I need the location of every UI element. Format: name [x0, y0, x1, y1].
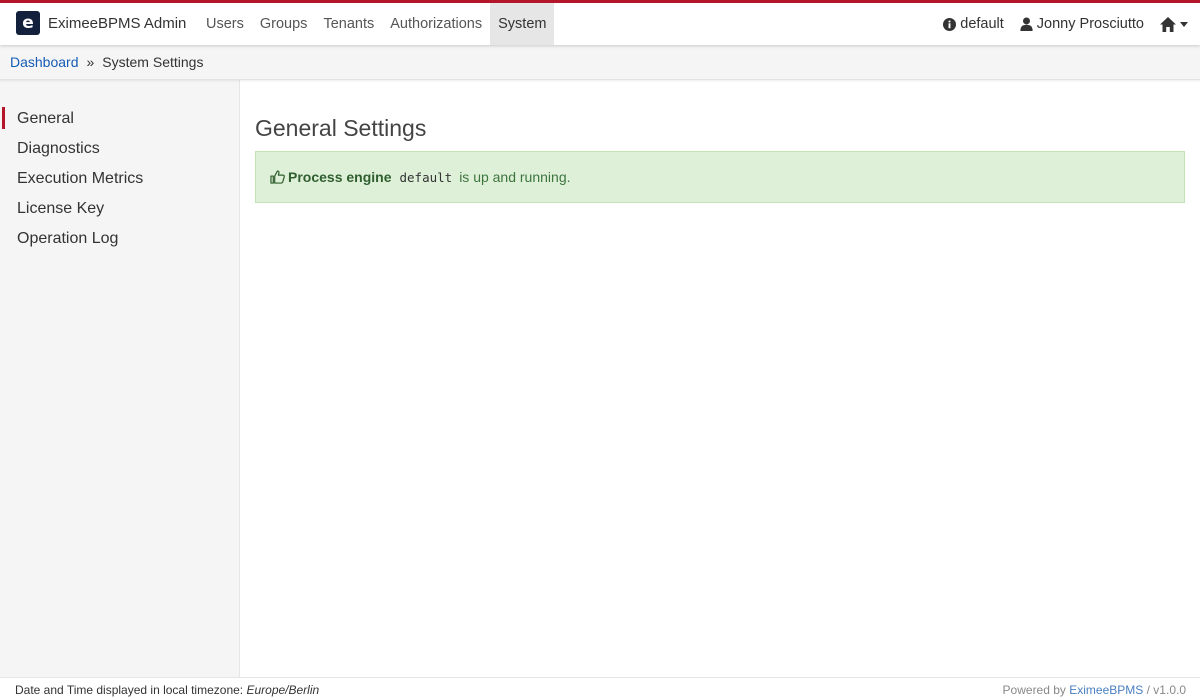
engine-name-code: default — [399, 169, 453, 185]
breadcrumb-dashboard-link[interactable]: Dashboard — [10, 54, 79, 70]
breadcrumb: Dashboard » System Settings — [0, 45, 1200, 80]
right-nav: default Jonny Prosciutto — [927, 3, 1192, 45]
breadcrumb-separator: » — [86, 54, 95, 70]
version-label: / v1.0.0 — [1146, 683, 1186, 697]
caret-down-icon — [1180, 21, 1188, 27]
user-icon — [1020, 17, 1033, 31]
main-nav: Users Groups Tenants Authorizations Syst… — [198, 3, 555, 45]
sidebar: General Diagnostics Execution Metrics Li… — [0, 80, 240, 677]
home-menu[interactable] — [1160, 16, 1192, 32]
sidebar-item-general[interactable]: General — [0, 104, 239, 134]
sidebar-item-diagnostics[interactable]: Diagnostics — [0, 134, 239, 164]
sidebar-item-operation-log[interactable]: Operation Log — [0, 224, 239, 254]
home-icon — [1160, 16, 1176, 32]
footer-timezone: Date and Time displayed in local timezon… — [15, 683, 319, 697]
timezone-value: Europe/Berlin — [246, 683, 320, 697]
nav-system[interactable]: System — [490, 3, 555, 45]
powered-link[interactable]: EximeeBPMS — [1069, 683, 1143, 697]
top-navbar: e EximeeBPMS Admin Users Groups Tenants … — [0, 0, 1200, 45]
brand-logo[interactable]: e — [16, 11, 40, 35]
thumbs-up-icon — [270, 170, 285, 184]
breadcrumb-current: System Settings — [102, 54, 204, 70]
user-label: Jonny Prosciutto — [1036, 16, 1144, 32]
brand[interactable]: e EximeeBPMS Admin — [16, 11, 186, 35]
timezone-prefix: Date and Time displayed in local timezon… — [15, 683, 244, 697]
alert-message: is up and running. — [459, 169, 571, 185]
main-content: General Settings Process engine default … — [255, 80, 1185, 203]
nav-authorizations[interactable]: Authorizations — [382, 3, 490, 45]
nav-tenants[interactable]: Tenants — [315, 3, 382, 45]
alert-strong-text: Process engine — [288, 169, 392, 185]
info-circle-icon — [943, 17, 957, 31]
nav-groups[interactable]: Groups — [252, 3, 316, 45]
nav-users[interactable]: Users — [198, 3, 252, 45]
sidebar-item-execution-metrics[interactable]: Execution Metrics — [0, 164, 239, 194]
footer: Date and Time displayed in local timezon… — [0, 677, 1200, 700]
footer-powered-by: Powered by EximeeBPMS / v1.0.0 — [1003, 683, 1186, 697]
brand-name[interactable]: EximeeBPMS Admin — [48, 15, 186, 32]
status-alert: Process engine default is up and running… — [255, 151, 1185, 203]
engine-label: default — [960, 16, 1004, 32]
engine-selector[interactable]: default — [943, 16, 1004, 32]
user-menu[interactable]: Jonny Prosciutto — [1020, 16, 1144, 32]
powered-prefix: Powered by — [1002, 683, 1066, 697]
page-title: General Settings — [255, 115, 427, 141]
sidebar-item-license-key[interactable]: License Key — [0, 194, 239, 224]
